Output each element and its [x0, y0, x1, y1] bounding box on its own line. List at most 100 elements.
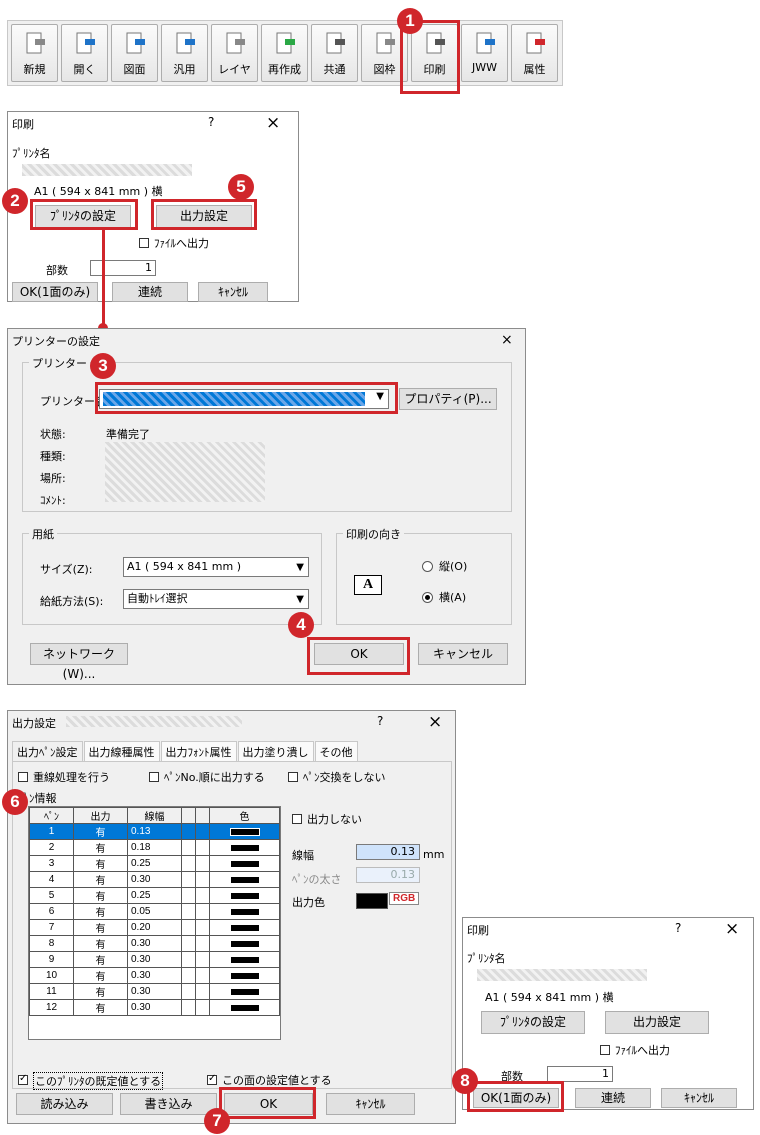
pen-table-row[interactable]: 12 有 0.30 [29, 999, 280, 1016]
step-1-badge: 1 [397, 8, 423, 34]
pen-table-row[interactable]: 5 有 0.25 [29, 887, 280, 904]
no-pen-swap-checkbox[interactable] [288, 772, 298, 782]
pen-table-cell [181, 935, 196, 952]
toolbar-general-button[interactable]: 汎用 [161, 24, 208, 82]
pen-color-swatch [209, 919, 280, 936]
tab-4[interactable]: 出力塗り潰し [237, 741, 314, 762]
toolbar-button-label: 共通 [323, 63, 346, 76]
read-button[interactable]: 読み込み [16, 1093, 113, 1115]
cancel-button[interactable]: ｷｬﾝｾﾙ [198, 282, 268, 302]
file-output-label: ﾌｧｲﾙへ出力 [154, 237, 209, 250]
no-output-checkbox[interactable] [292, 814, 302, 824]
copies-input[interactable]: 1 [547, 1066, 613, 1082]
help-icon[interactable]: ? [377, 714, 383, 728]
toolbar-open-button[interactable]: 開く [61, 24, 108, 82]
pen-table-cell: 有 [73, 935, 128, 952]
toolbar-drawing-button[interactable]: 図面 [111, 24, 158, 82]
pen-order-checkbox[interactable] [149, 772, 159, 782]
toolbar-jww-button[interactable]: JWW [461, 24, 508, 82]
pen-table-header [195, 807, 210, 824]
pen-table: ﾍﾟﾝ 出力 線幅色 1 有 0.13 2 有 0.18 3 有 0.25 4 有 0.30 5 有 0.25 6… [29, 807, 280, 1016]
default-label: このﾌﾟﾘﾝﾀの既定値とする [33, 1072, 164, 1090]
printer-settings-highlight [30, 199, 138, 230]
help-icon[interactable]: ? [675, 921, 681, 935]
overlap-checkbox[interactable] [18, 772, 28, 782]
tab-3[interactable]: 出力ﾌｫﾝﾄ属性 [160, 741, 237, 762]
page-checkbox[interactable]: ✓ [207, 1073, 217, 1085]
file-output-checkbox[interactable] [600, 1045, 610, 1055]
pen-table-cell [181, 855, 196, 872]
continuous-button[interactable]: 連続 [575, 1088, 651, 1108]
layer-icon [223, 31, 247, 55]
tab-1[interactable]: 出力ﾍﾟﾝ設定 [12, 741, 83, 762]
cancel-button[interactable]: ｷｬﾝｾﾙ [661, 1088, 737, 1108]
close-icon[interactable]: × [725, 919, 739, 939]
copies-input[interactable]: 1 [90, 260, 156, 276]
size-select[interactable]: A1 ( 594 x 841 mm ) ▼ [123, 557, 309, 577]
pen-color-swatch [209, 951, 280, 968]
ok-one-page-button[interactable]: OK(1面のみ) [12, 282, 98, 302]
pen-table-row[interactable]: 2 有 0.18 [29, 839, 280, 856]
rgb-button[interactable]: RGB [389, 892, 420, 905]
properties-button[interactable]: プロパティ(P)... [399, 388, 497, 410]
close-icon[interactable]: × [501, 332, 513, 348]
toolbar-button-label: 開く [73, 63, 96, 76]
type-label: 種類: [40, 450, 66, 463]
toolbar-new-button[interactable]: 新規 [11, 24, 58, 82]
continuous-button[interactable]: 連続 [112, 282, 188, 302]
drawing-icon [123, 31, 147, 55]
pen-table-cell: 有 [73, 855, 128, 872]
line-width-input[interactable]: 0.13 [356, 844, 420, 860]
toolbar-recreate-button[interactable]: 再作成 [261, 24, 308, 82]
network-button[interactable]: ネットワーク(W)... [30, 643, 128, 681]
close-icon[interactable]: × [428, 712, 442, 732]
common-icon [323, 31, 347, 55]
toolbar-button-label: 属性 [523, 63, 546, 76]
write-button[interactable]: 書き込み [120, 1093, 217, 1115]
output-color-swatch[interactable] [356, 893, 388, 909]
pen-table-row[interactable]: 1 有 0.13 [29, 823, 280, 840]
step-5-badge: 5 [228, 174, 254, 200]
pen-table-cell [181, 919, 196, 936]
paper-size-text: A1 ( 594 x 841 mm ) 横 [34, 185, 163, 198]
toolbar-attribute-button[interactable]: 属性 [511, 24, 558, 82]
pen-table-row[interactable]: 8 有 0.30 [29, 935, 280, 952]
landscape-radio[interactable] [422, 592, 433, 603]
pen-table-row[interactable]: 3 有 0.25 [29, 855, 280, 872]
file-output-checkbox[interactable] [139, 238, 149, 248]
tab-2[interactable]: 出力線種属性 [83, 741, 160, 762]
toolbar-layer-button[interactable]: レイヤ [211, 24, 258, 82]
pen-table-cell [195, 823, 210, 840]
setup-ok-highlight [307, 637, 410, 675]
help-icon[interactable]: ? [208, 115, 214, 129]
pen-table-row[interactable]: 6 有 0.05 [29, 903, 280, 920]
pen-color-swatch [209, 871, 280, 888]
pen-table-cell [195, 839, 210, 856]
source-select[interactable]: 自動ﾄﾚｲ選択 ▼ [123, 589, 309, 609]
cancel-button[interactable]: ｷｬﾝｾﾙ [326, 1093, 415, 1115]
toolbar-common-button[interactable]: 共通 [311, 24, 358, 82]
jww-icon [473, 31, 497, 55]
close-icon[interactable]: × [266, 113, 280, 133]
pen-table-row[interactable]: 9 有 0.30 [29, 951, 280, 968]
cancel-button[interactable]: キャンセル [418, 643, 508, 665]
main-toolbar: 新規 開く 図面 汎用 レイヤ 再作成 共通 図枠 印刷 JWW 属性 [7, 20, 563, 86]
default-checkbox[interactable]: ✓ [18, 1073, 28, 1085]
pen-table-row[interactable]: 7 有 0.20 [29, 919, 280, 936]
pen-table-row[interactable]: 10 有 0.30 [29, 967, 280, 984]
printer-settings-button[interactable]: ﾌﾟﾘﾝﾀの設定 [481, 1011, 585, 1034]
recreate-icon [273, 31, 297, 55]
pen-table-cell: 有 [73, 839, 128, 856]
tab-5[interactable]: その他 [314, 741, 358, 762]
dialog-title: 出力設定 [12, 717, 56, 730]
portrait-radio[interactable] [422, 561, 433, 572]
pen-table-row[interactable]: 11 有 0.30 [29, 983, 280, 1000]
pen-table-cell: 0.30 [127, 967, 182, 984]
pen-table-cell [181, 983, 196, 1000]
output-settings-button[interactable]: 出力設定 [605, 1011, 709, 1034]
pen-table-cell [195, 967, 210, 984]
pen-table-row[interactable]: 4 有 0.30 [29, 871, 280, 888]
pen-table-cell [195, 919, 210, 936]
pen-table-cell: 0.30 [127, 983, 182, 1000]
frame-icon [373, 31, 397, 55]
